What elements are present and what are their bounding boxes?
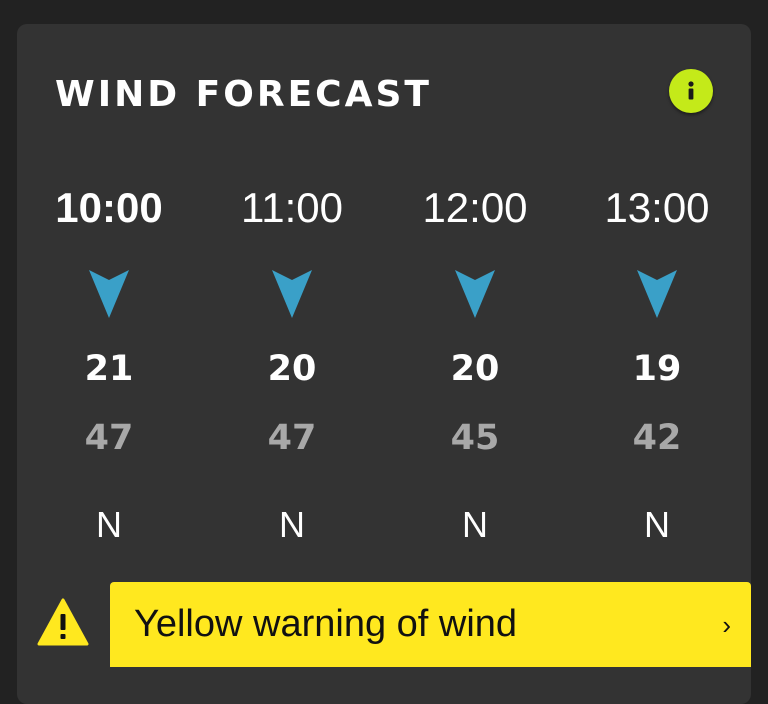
wind-direction-arrow-icon [637, 270, 677, 318]
warning-label: Yellow warning of wind [134, 603, 518, 645]
forecast-columns: 10:00 21 47 N 11:00 20 47 N 12:00 20 45 … [17, 24, 751, 584]
forecast-column-1200[interactable]: 12:00 20 45 N [385, 24, 565, 584]
wind-direction: N [644, 504, 670, 545]
wind-gust: 45 [450, 418, 500, 458]
wind-direction: N [279, 504, 305, 545]
wind-gust: 47 [84, 418, 134, 458]
forecast-column-1300[interactable]: 13:00 19 42 N [567, 24, 747, 584]
wind-gust: 47 [267, 418, 317, 458]
wind-speed: 21 [84, 349, 134, 389]
wind-speed: 20 [450, 349, 500, 389]
chevron-right-icon: › [722, 610, 731, 640]
wind-speed: 20 [267, 349, 317, 389]
wind-direction-arrow-icon [89, 270, 129, 318]
forecast-time: 11:00 [241, 184, 343, 231]
wind-warning-banner[interactable]: Yellow warning of wind › [110, 582, 751, 667]
warning-triangle-icon [37, 598, 89, 646]
wind-speed: 19 [632, 349, 682, 389]
wind-direction-arrow-icon [272, 270, 312, 318]
wind-direction: N [462, 504, 488, 545]
wind-direction-arrow-icon [455, 270, 495, 318]
forecast-time: 12:00 [422, 184, 528, 231]
forecast-time: 10:00 [55, 184, 163, 231]
wind-forecast-card: WIND FORECAST 10:00 21 47 N 11:00 20 47 … [17, 24, 751, 704]
wind-gust: 42 [632, 418, 682, 458]
wind-direction: N [96, 504, 122, 545]
forecast-column-1100[interactable]: 11:00 20 47 N [202, 24, 382, 584]
forecast-time: 13:00 [604, 184, 710, 231]
forecast-column-1000[interactable]: 10:00 21 47 N [19, 24, 199, 584]
